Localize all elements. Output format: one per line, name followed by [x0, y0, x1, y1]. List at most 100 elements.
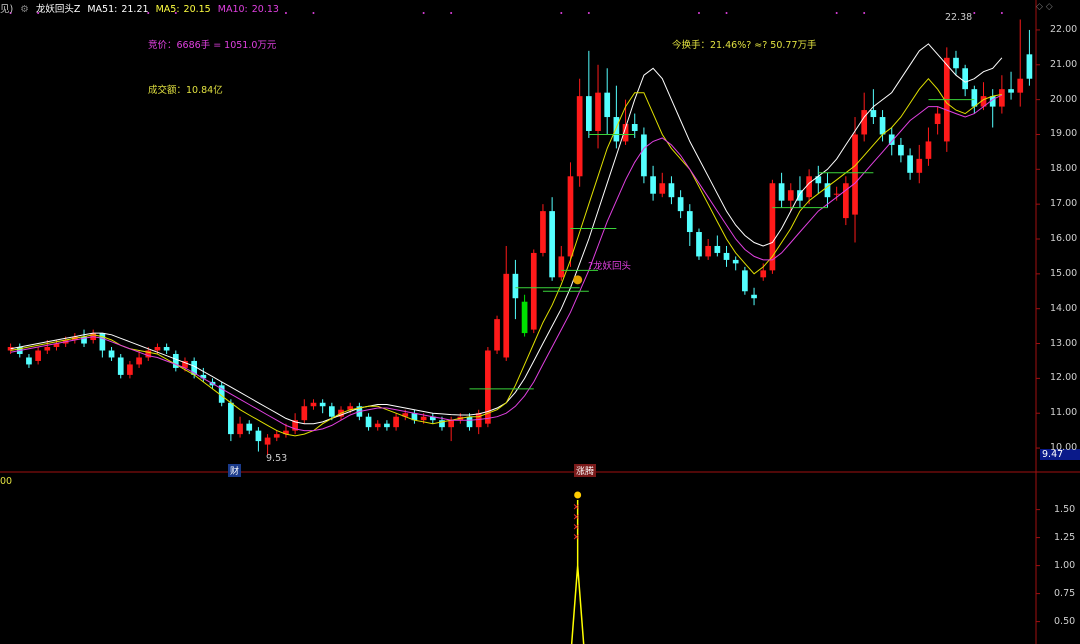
y-tick-label: 13.00 [1050, 337, 1078, 349]
candle [503, 245, 510, 361]
candle [751, 287, 757, 306]
candle [540, 204, 546, 257]
y-tick-label: 22.00 [1050, 23, 1078, 35]
candle [255, 427, 262, 452]
candle [980, 82, 987, 111]
ma51-label: MA51: [87, 4, 118, 15]
top-signal-dot [863, 12, 866, 14]
top-signal-dot [1000, 12, 1003, 14]
bid-text: 竞价：6686手 = 1051.0万元 [148, 40, 277, 51]
ma10-label: MA10: [217, 4, 248, 15]
signal-spike [570, 565, 585, 644]
candle [925, 127, 932, 166]
candle [530, 249, 537, 334]
moving-average-group [10, 43, 1003, 437]
candle [494, 315, 500, 354]
candle [842, 176, 849, 226]
candle [429, 413, 436, 424]
top-signal-dot [587, 12, 590, 14]
zhangting-marker[interactable]: 涨腾 [574, 464, 597, 477]
y-tick-label: 18.00 [1050, 163, 1078, 175]
sub-y-tick-label: 0.75 [1054, 587, 1076, 599]
candle [26, 353, 32, 368]
ma5-value: 20.15 [183, 4, 211, 15]
candle [485, 347, 491, 428]
high-label: 22.38 [945, 12, 973, 23]
candle [659, 172, 666, 198]
candle [576, 78, 583, 187]
upper-right-icons[interactable]: ◇ ◇ [1036, 2, 1053, 12]
cai-marker[interactable]: 财 [228, 464, 242, 477]
y-tick-label: 14.00 [1050, 302, 1078, 314]
candle [916, 144, 923, 184]
y-tick-label: 20.00 [1050, 93, 1078, 105]
ma5-label: MA5: [155, 4, 180, 15]
candle [127, 360, 133, 379]
y-tick-label: 16.00 [1050, 233, 1078, 244]
gear-icon[interactable]: ⚙ [20, 4, 29, 15]
candle [723, 245, 730, 267]
top-signal-dot [697, 12, 700, 14]
pattern-marker-icon [573, 275, 583, 285]
candle [989, 89, 996, 128]
candle [264, 434, 271, 456]
candle [934, 106, 941, 135]
top-signal-dot [284, 12, 287, 14]
candle [108, 347, 115, 361]
signal-dot [574, 491, 582, 499]
top-signal-dot [450, 12, 453, 14]
top-signal-dot [973, 12, 976, 14]
signal-arrow-icon: ✕ [573, 513, 581, 523]
candle [778, 172, 785, 208]
candle [466, 413, 473, 431]
turnover-text: 今换手：21.46%? ≈? 50.77万手 [672, 40, 817, 51]
candle [228, 399, 234, 442]
candle [558, 245, 565, 281]
candle [696, 228, 702, 260]
candle [953, 50, 959, 76]
candle [732, 256, 739, 271]
candle [310, 399, 317, 410]
volume-text: 成交额：10.84亿 [148, 85, 223, 96]
candle [604, 68, 611, 135]
candle [384, 420, 390, 431]
candle [246, 420, 253, 435]
indicator-name[interactable]: 龙妖回头Z [36, 4, 81, 15]
signal-arrow-icon: ✕ [573, 523, 581, 533]
candle [585, 50, 592, 138]
top-signal-dot [422, 12, 425, 14]
candle [815, 165, 822, 194]
candle [686, 204, 693, 246]
y-tick-label: 10.00 [1050, 442, 1078, 454]
top-signal-dot [835, 12, 838, 14]
candle [705, 239, 712, 260]
candle [852, 117, 858, 243]
candle [760, 263, 767, 281]
candle [1026, 29, 1033, 86]
candle [301, 399, 308, 424]
low-label: 9.53 [266, 453, 288, 464]
candle [898, 137, 904, 163]
top-signal-dot [312, 12, 315, 14]
signal-arrow-icon: ✕ [573, 533, 581, 543]
candle [668, 176, 675, 205]
candle [172, 350, 179, 372]
candle [907, 148, 913, 180]
sub-y-tick-label: 1.25 [1054, 531, 1076, 543]
candle [273, 430, 280, 442]
y-tick-label: 15.00 [1050, 267, 1078, 279]
candle [521, 294, 528, 337]
candle [374, 420, 381, 431]
y-tick-label: 21.00 [1050, 58, 1078, 70]
candle [549, 197, 555, 281]
candle [512, 259, 519, 320]
candle [595, 64, 601, 149]
candle [1017, 19, 1024, 107]
sub-y-tick-label: 0.50 [1054, 615, 1076, 627]
indicator-header: 见) ⚙ 龙妖回头Z MA51: 21.21 MA5: 20.15 MA10: 20.… [0, 1, 283, 15]
candle [237, 416, 243, 438]
candle [677, 190, 684, 219]
top-signal-dot [560, 12, 563, 14]
candle [35, 347, 41, 365]
signal-arrow-icon: ✕ [573, 503, 581, 513]
